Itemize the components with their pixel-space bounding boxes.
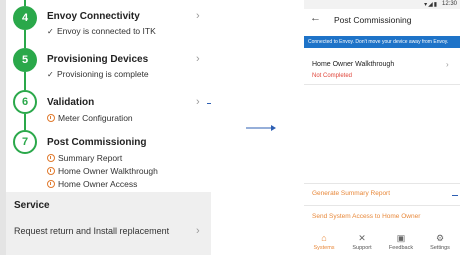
nav-label: Systems [313,245,335,251]
walkthrough-status: Not Completed [312,73,353,79]
screen-title: Post Commissioning [334,15,412,25]
back-arrow-icon[interactable]: ← [310,13,321,24]
warning-icon [47,114,55,122]
step-7-status-text: Summary Report [58,153,123,163]
step-5-title[interactable]: Provisioning Devices [47,54,148,65]
step-6-title[interactable]: Validation [47,97,94,108]
step-4-status: ✓ Envoy is connected to ITK [47,26,156,36]
chevron-right-icon[interactable]: › [196,53,200,65]
nav-label: Settings [430,245,450,251]
status-time: 12:30 [441,1,457,7]
nav-support[interactable]: ✕ Support [343,233,381,251]
step-7-status-text: Home Owner Walkthrough [58,166,158,176]
right-arrow-icon [246,125,276,131]
step-7-status: Summary Report [47,153,122,163]
step-4-title[interactable]: Envoy Connectivity [47,11,140,22]
status-icons: ▾◢▮ [424,2,438,8]
wrench-icon: ✕ [358,233,366,243]
nav-label: Feedback [388,245,414,251]
step-4-status-text: Envoy is connected to ITK [57,26,156,36]
step-connector [24,30,26,48]
divider-mark [207,103,211,104]
check-icon: ✓ [47,26,54,36]
home-owner-walkthrough-item[interactable]: Home Owner Walkthrough [312,61,394,68]
divider-mark [452,195,458,196]
step-7-status: Home Owner Walkthrough [47,166,158,176]
step-6-status: Meter Configuration [47,113,133,123]
generate-summary-report-button[interactable]: Generate Summary Report [312,190,390,197]
gear-icon: ⚙ [435,233,445,243]
step-4-badge: 4 [13,6,37,30]
warning-icon [47,167,55,175]
connection-banner-text: Connected to Envoy. Don't move your devi… [308,39,449,45]
send-system-access-button[interactable]: Send System Access to Home Owner [312,213,420,220]
step-7-status-text: Home Owner Access [58,179,138,189]
step-6-badge: 6 [13,90,37,114]
feedback-icon: ▣ [396,233,406,243]
step-5-status: ✓ Provisioning is complete [47,69,149,79]
chevron-right-icon[interactable]: › [196,225,200,237]
step-connector [24,114,26,130]
nav-label: Support [352,245,372,251]
step-connector [24,72,26,90]
divider [304,205,460,206]
step-5-badge: 5 [13,48,37,72]
chevron-right-icon[interactable]: › [196,10,200,22]
request-return-link[interactable]: Request return and Install replacement [14,226,169,236]
nav-settings[interactable]: ⚙ Settings [421,233,459,251]
nav-systems[interactable]: ⌂ Systems [305,233,343,251]
nav-feedback[interactable]: ▣ Feedback [382,233,420,251]
step-6-status-text: Meter Configuration [58,113,133,123]
chevron-right-icon[interactable]: › [446,60,449,69]
check-icon: ✓ [47,69,54,79]
phone-screen: ▾◢▮ 12:30 ← Post Commissioning Connected… [304,0,460,255]
step-7-status: Home Owner Access [47,179,137,189]
commissioning-steps-panel: 4 Envoy Connectivity ✓ Envoy is connecte… [0,0,211,255]
step-7-title[interactable]: Post Commissioning [47,137,146,148]
divider [304,84,460,85]
step-5-status-text: Provisioning is complete [57,69,149,79]
divider [304,183,460,184]
service-heading: Service [14,200,50,211]
warning-icon [47,154,55,162]
warning-icon [47,180,55,188]
chevron-right-icon[interactable]: › [196,96,200,108]
step-7-badge: 7 [13,130,37,154]
home-icon: ⌂ [321,233,327,243]
